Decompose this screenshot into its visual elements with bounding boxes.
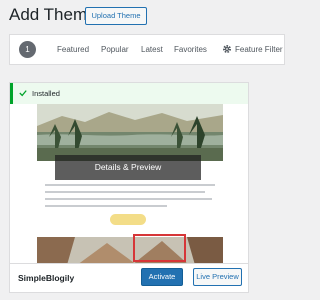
checkmark-icon bbox=[19, 90, 27, 97]
filter-popular-link[interactable]: Popular bbox=[101, 45, 129, 54]
lake-landscape-image bbox=[37, 104, 223, 161]
placeholder-text-block bbox=[45, 184, 215, 212]
activate-button[interactable]: Activate bbox=[141, 268, 183, 286]
theme-count-badge: 1 bbox=[19, 41, 36, 58]
live-preview-button[interactable]: Live Preview bbox=[193, 268, 242, 286]
activate-highlight-box bbox=[133, 234, 186, 262]
filter-featured-link[interactable]: Featured bbox=[57, 45, 89, 54]
filter-favorites-link[interactable]: Favorites bbox=[174, 45, 207, 54]
theme-name: SimpleBlogily bbox=[18, 273, 75, 283]
theme-footer: SimpleBlogily Activate Live Preview bbox=[9, 264, 249, 293]
feature-filter-label: Feature Filter bbox=[235, 45, 283, 54]
installed-notice: Installed bbox=[10, 83, 248, 104]
read-more-pill bbox=[110, 214, 146, 225]
canyon-image bbox=[37, 237, 223, 263]
details-preview-overlay[interactable]: Details & Preview bbox=[55, 155, 201, 180]
theme-screenshot bbox=[37, 104, 223, 263]
upload-theme-button[interactable]: Upload Theme bbox=[85, 7, 147, 25]
installed-label: Installed bbox=[32, 89, 60, 98]
filter-latest-link[interactable]: Latest bbox=[141, 45, 163, 54]
theme-card[interactable]: Installed Details & Preview bbox=[9, 82, 249, 264]
feature-filter-button[interactable]: Feature Filter bbox=[222, 44, 283, 54]
gear-icon bbox=[223, 45, 231, 53]
theme-filter-bar: 1 Featured Popular Latest Favorites Feat… bbox=[9, 34, 285, 65]
